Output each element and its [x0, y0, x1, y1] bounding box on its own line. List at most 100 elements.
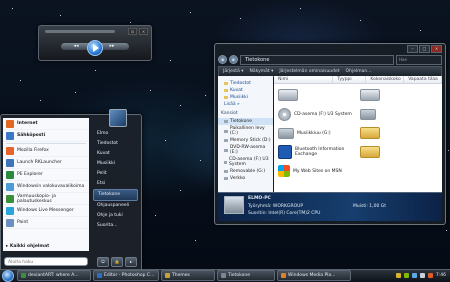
disc-icon	[278, 107, 291, 121]
minimize-button[interactable]: –	[407, 45, 418, 53]
taskbar-button-computer[interactable]: Tietokone	[217, 270, 275, 281]
program-rklauncher[interactable]: Launch RKLauncher	[3, 157, 89, 169]
column-free-space[interactable]: Vapaata tilaa	[404, 76, 442, 83]
forward-button[interactable]: ▸	[229, 55, 238, 64]
drive-item[interactable]	[360, 107, 438, 121]
tree-item-drive-e[interactable]: DVD-RW-asema (E:)	[218, 144, 273, 156]
media-player-icon	[281, 273, 286, 278]
drive-icon	[224, 160, 228, 164]
place-music[interactable]: Musiikki	[93, 159, 138, 169]
place-control-panel[interactable]: Ohjauspaneeli	[93, 201, 138, 211]
place-documents[interactable]: Tiedostot	[93, 139, 138, 149]
place-computer[interactable]: Tietokone	[93, 189, 138, 201]
column-type[interactable]: Tyyppi	[333, 76, 367, 83]
address-row: ◂ ▸ Tietokone Hae	[218, 54, 442, 65]
drive-item[interactable]: Musiikkiuu (G:)	[278, 126, 356, 140]
msn-icon	[278, 165, 290, 177]
network-icon[interactable]	[411, 273, 417, 278]
drive-icon	[224, 139, 228, 142]
maximize-button[interactable]: □	[419, 45, 430, 53]
start-search-input[interactable]: Aloita haku	[4, 257, 88, 266]
next-button[interactable]: ▸▸	[109, 44, 115, 49]
tree-item-drive-f[interactable]: CD-asema (F:) U3 System	[218, 156, 273, 168]
favorite-documents[interactable]: Tiedostot	[224, 81, 270, 86]
place-search[interactable]: Etsi	[93, 179, 138, 189]
place-user[interactable]: Elmo	[93, 129, 138, 139]
program-firefox[interactable]: Mozilla Firefox	[3, 145, 89, 157]
computer-icon	[224, 120, 228, 123]
tree-item-drive-c[interactable]: Paikallinen levy (C:)	[218, 125, 273, 137]
place-run[interactable]: Suorita...	[93, 221, 138, 231]
address-bar[interactable]: Tietokone	[240, 54, 394, 65]
explorer-search-input[interactable]: Hae	[396, 54, 442, 65]
taskbar-button-photoshop[interactable]: Editor - Photoshop C...	[93, 270, 159, 281]
power-options-button[interactable]: ▸	[125, 257, 137, 267]
place-help[interactable]: Ohje ja tuki	[93, 211, 138, 221]
tree-item-drive-d[interactable]: Memory Stick (D:)	[218, 137, 273, 144]
power-button[interactable]: ⏻	[97, 257, 109, 267]
all-programs-button[interactable]: ▸ Kaikki ohjelmat	[6, 244, 49, 249]
command-system-properties[interactable]: Järjestelmän ominaisuudet	[279, 69, 339, 74]
tree-item-network[interactable]: Verkko	[218, 175, 273, 182]
close-button[interactable]: ×	[431, 45, 442, 53]
media-close-button[interactable]: ×	[139, 28, 148, 35]
computer-name: ELMO-PC	[248, 196, 271, 201]
taskbar-button-deviantart[interactable]: deviantART: where A...	[17, 270, 91, 281]
drive-item[interactable]	[360, 126, 438, 140]
command-programs[interactable]: Ohjelman...	[346, 69, 372, 74]
program-paint[interactable]: Paint	[3, 217, 89, 229]
back-button[interactable]: ◂	[218, 55, 227, 64]
previous-button[interactable]: ◂◂	[73, 44, 79, 49]
tree-item-computer[interactable]: Tietokone	[218, 118, 273, 125]
drive-item[interactable]: Bluetooth Information Exchange	[278, 145, 356, 159]
place-games[interactable]: Pelit	[93, 169, 138, 179]
processor-label: Suoritin: Intel(R) Core(TM)2 CPU	[248, 211, 321, 216]
program-email[interactable]: Sähköposti	[3, 130, 89, 142]
column-name[interactable]: Nimi	[274, 76, 334, 83]
drive-item[interactable]: My Web Sites on MSN	[278, 164, 356, 178]
navigation-pane: Tiedostot Kuvat Musiikki Lisää » Kansiot…	[218, 76, 273, 192]
column-total-size[interactable]: Kokonaiskoko	[366, 76, 405, 83]
drive-item[interactable]	[360, 88, 438, 102]
tree-item-drive-g[interactable]: Removable (G:)	[218, 168, 273, 175]
media-title-bar	[45, 30, 115, 33]
drive-item[interactable]	[360, 145, 438, 159]
mail-icon	[6, 131, 14, 140]
favorite-more[interactable]: Lisää »	[224, 102, 270, 107]
system-tray: 7:46	[395, 273, 450, 278]
program-backup-center[interactable]: Varmuuskopio- ja palautuskeskus	[3, 193, 89, 205]
program-pe-explorer[interactable]: PE Explorer	[3, 169, 89, 181]
play-button[interactable]	[87, 40, 103, 56]
drive-item[interactable]: CD-asema (F:) U3 System	[278, 107, 356, 121]
drive-item[interactable]	[278, 88, 356, 102]
firefox-icon	[6, 146, 14, 155]
clock[interactable]: 7:46	[436, 273, 446, 278]
media-restore-button[interactable]: ⊡	[128, 28, 137, 35]
volume-icon[interactable]	[419, 273, 425, 278]
tray-icon[interactable]	[395, 273, 401, 278]
taskbar-button-media-player[interactable]: Windows Media Pla...	[277, 270, 351, 281]
folders-header[interactable]: Kansiot	[218, 109, 273, 118]
taskbar-button-themes[interactable]: Themes	[161, 270, 215, 281]
program-list: Internet Sähköposti Mozilla Firefox Laun…	[3, 118, 89, 251]
program-live-messenger[interactable]: Windows Live Messenger	[3, 205, 89, 217]
media-player-gadget: ⊡ × ◂◂ ▸▸	[38, 25, 152, 61]
user-picture[interactable]	[109, 109, 127, 127]
command-views[interactable]: Näkymät ▾	[250, 69, 274, 74]
favorite-pictures[interactable]: Kuvat	[224, 88, 270, 93]
start-button[interactable]	[2, 269, 14, 282]
start-menu-places: Elmo Tiedostot Kuvat Musiikki Pelit Etsi…	[93, 129, 138, 251]
computer-icon	[224, 196, 244, 214]
place-pictures[interactable]: Kuvat	[93, 149, 138, 159]
tray-icon[interactable]	[403, 273, 409, 278]
favorite-music[interactable]: Musiikki	[224, 95, 270, 100]
pe-explorer-icon	[6, 170, 14, 179]
command-organize[interactable]: Järjestä ▾	[223, 69, 244, 74]
tray-icon[interactable]	[427, 273, 433, 278]
removable-drive-icon	[278, 127, 294, 139]
program-photo-gallery[interactable]: Windowsin valokuvavalikoima	[3, 181, 89, 193]
explorer-titlebar[interactable]: – □ ×	[215, 44, 445, 54]
program-internet[interactable]: Internet	[3, 118, 89, 130]
lock-button[interactable]: 🔒	[111, 257, 123, 267]
hard-drive-icon	[360, 89, 380, 101]
